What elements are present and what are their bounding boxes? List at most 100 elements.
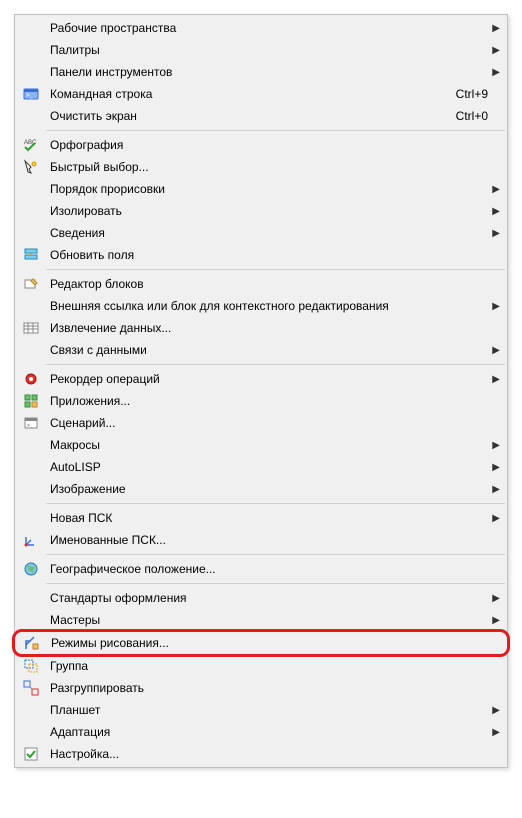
menu-item-label: Настройка... [42, 747, 488, 761]
menu-item[interactable]: Стандарты оформления▶ [16, 587, 506, 609]
menu-item[interactable]: Разгруппировать [16, 677, 506, 699]
group-icon [20, 657, 42, 675]
menu-item-label: Связи с данными [42, 343, 488, 357]
blank-icon [20, 509, 42, 527]
menu-item[interactable]: Группа [16, 655, 506, 677]
menu-separator [46, 364, 505, 365]
menu-item-shortcut: Ctrl+0 [444, 109, 488, 123]
submenu-arrow-icon: ▶ [488, 513, 500, 524]
menu-separator [46, 583, 505, 584]
menu-item[interactable]: Обновить поля [16, 244, 506, 266]
menu-item-label: Редактор блоков [42, 277, 488, 291]
menu-item[interactable]: Адаптация▶ [16, 721, 506, 743]
submenu-arrow-icon: ▶ [488, 484, 500, 495]
menu-item-label: Режимы рисования... [43, 636, 487, 650]
submenu-arrow-icon: ▶ [488, 67, 500, 78]
menu-item-label: Планшет [42, 703, 488, 717]
menu-item[interactable]: Географическое положение... [16, 558, 506, 580]
menu-item[interactable]: Режимы рисования... [17, 632, 505, 654]
apps-icon [20, 392, 42, 410]
menu-item[interactable]: Внешняя ссылка или блок для контекстного… [16, 295, 506, 317]
submenu-arrow-icon: ▶ [488, 345, 500, 356]
menu-item-label: Новая ПСК [42, 511, 488, 525]
blank-icon [20, 701, 42, 719]
submenu-arrow-icon: ▶ [488, 440, 500, 451]
highlight-annotation: Режимы рисования... [12, 629, 510, 657]
menu-item[interactable]: Палитры▶ [16, 39, 506, 61]
script-icon: >_ [20, 414, 42, 432]
draft-settings-icon [21, 634, 43, 652]
menu-item[interactable]: ABCОрфография [16, 134, 506, 156]
submenu-arrow-icon: ▶ [488, 593, 500, 604]
submenu-arrow-icon: ▶ [488, 23, 500, 34]
menu-separator [46, 554, 505, 555]
menu-item[interactable]: Сведения▶ [16, 222, 506, 244]
menu-item-label: Извлечение данных... [42, 321, 488, 335]
menu-item[interactable]: Планшет▶ [16, 699, 506, 721]
menu-separator [46, 269, 505, 270]
menu-item-label: Палитры [42, 43, 488, 57]
menu-item-label: AutoLISP [42, 460, 488, 474]
submenu-arrow-icon: ▶ [488, 206, 500, 217]
menu-item[interactable]: Связи с данными▶ [16, 339, 506, 361]
menu-item-label: Группа [42, 659, 488, 673]
menu-item[interactable]: Изображение▶ [16, 478, 506, 500]
menu-item[interactable]: Очистить экранCtrl+0 [16, 105, 506, 127]
menu-item-label: Стандарты оформления [42, 591, 488, 605]
menu-item[interactable]: Порядок прорисовки▶ [16, 178, 506, 200]
svg-text:>_: >_ [26, 93, 34, 99]
menu-item-label: Мастеры [42, 613, 488, 627]
menu-item[interactable]: Быстрый выбор... [16, 156, 506, 178]
blank-icon [20, 41, 42, 59]
submenu-arrow-icon: ▶ [488, 727, 500, 738]
menu-item-label: Обновить поля [42, 248, 488, 262]
blank-icon [20, 224, 42, 242]
blank-icon [20, 180, 42, 198]
menu-item-label: Макросы [42, 438, 488, 452]
menu-item[interactable]: AutoLISP▶ [16, 456, 506, 478]
menu-item-label: Адаптация [42, 725, 488, 739]
menu-item[interactable]: Мастеры▶ [16, 609, 506, 631]
menu-item[interactable]: Извлечение данных... [16, 317, 506, 339]
menu-item-label: Именованные ПСК... [42, 533, 488, 547]
menu-separator [46, 503, 505, 504]
blank-icon [20, 19, 42, 37]
menu-item-label: Сведения [42, 226, 488, 240]
menu-item[interactable]: Панели инструментов▶ [16, 61, 506, 83]
menu-item-label: Быстрый выбор... [42, 160, 488, 174]
menu-item-label: Орфография [42, 138, 488, 152]
blank-icon [20, 436, 42, 454]
menu-item[interactable]: Именованные ПСК... [16, 529, 506, 551]
submenu-arrow-icon: ▶ [488, 374, 500, 385]
settings-check-icon [20, 745, 42, 763]
submenu-arrow-icon: ▶ [488, 184, 500, 195]
menu-item-label: Разгруппировать [42, 681, 488, 695]
menu-item[interactable]: >_Сценарий... [16, 412, 506, 434]
menu-item[interactable]: Рекордер операций▶ [16, 368, 506, 390]
submenu-arrow-icon: ▶ [488, 462, 500, 473]
menu-separator [46, 130, 505, 131]
menu-item-label: Порядок прорисовки [42, 182, 488, 196]
blank-icon [20, 589, 42, 607]
quick-select-icon [20, 158, 42, 176]
menu-item-label: Изолировать [42, 204, 488, 218]
menu-item-label: Внешняя ссылка или блок для контекстного… [42, 299, 488, 313]
command-line-icon: >_ [20, 85, 42, 103]
ungroup-icon [20, 679, 42, 697]
menu-item[interactable]: Редактор блоков [16, 273, 506, 295]
block-editor-icon [20, 275, 42, 293]
menu-item[interactable]: >_Командная строкаCtrl+9 [16, 83, 506, 105]
menu-item[interactable]: Настройка... [16, 743, 506, 765]
menu-item[interactable]: Новая ПСК▶ [16, 507, 506, 529]
submenu-arrow-icon: ▶ [488, 705, 500, 716]
submenu-arrow-icon: ▶ [488, 228, 500, 239]
menu-item-label: Приложения... [42, 394, 488, 408]
submenu-arrow-icon: ▶ [488, 301, 500, 312]
menu-item[interactable]: Макросы▶ [16, 434, 506, 456]
menu-item[interactable]: Изолировать▶ [16, 200, 506, 222]
submenu-arrow-icon: ▶ [488, 45, 500, 56]
blank-icon [20, 723, 42, 741]
menu-item[interactable]: Приложения... [16, 390, 506, 412]
menu-item[interactable]: Рабочие пространства▶ [16, 17, 506, 39]
spellcheck-icon: ABC [20, 136, 42, 154]
